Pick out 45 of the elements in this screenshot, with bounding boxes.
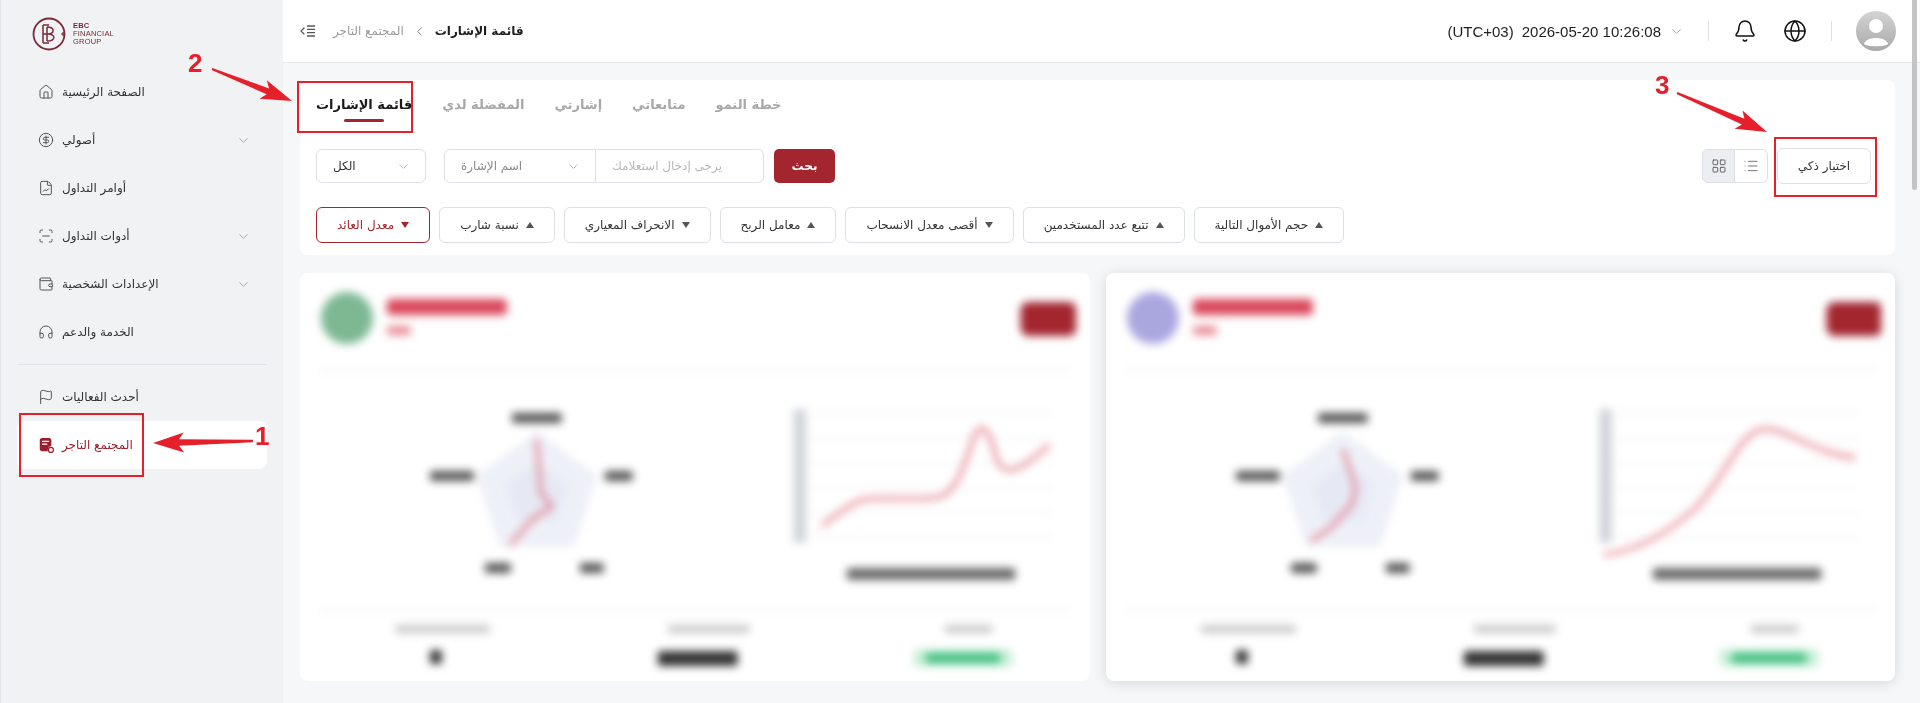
avatar-icon[interactable] (1856, 11, 1896, 51)
document-tile-icon (38, 437, 54, 453)
globe-icon (1783, 19, 1807, 43)
sidebar-item[interactable]: أصولي (17, 116, 267, 164)
search-button[interactable]: بحث (774, 149, 835, 183)
sidebar-item[interactable]: أحدث الفعاليات (17, 373, 267, 421)
wallet-icon (38, 276, 54, 292)
tab[interactable]: قائمة الإشارات (314, 80, 415, 128)
sidebar-item[interactable]: الخدمة والدعم (17, 308, 267, 356)
sidebar-item[interactable]: أوامر التداول (17, 164, 267, 212)
sort-chip[interactable]: أقصى معدل الانسحاب (845, 207, 1014, 243)
home-icon (38, 84, 54, 100)
logo-mark-icon (32, 16, 68, 52)
smart-select-button[interactable]: اختيار ذكي (1777, 148, 1871, 184)
annotation-number: 3 (1655, 72, 1670, 98)
timezone-datetime-dropdown[interactable]: (UTC+03) 2026-05-20 10:26:08 (1447, 22, 1684, 40)
search-input[interactable]: يرجى إدخال استعلامك (596, 149, 764, 183)
status-select[interactable]: الكل (316, 149, 426, 183)
grid-view-button[interactable] (1702, 149, 1735, 183)
notifications-button[interactable] (1733, 19, 1757, 43)
dollar-coin-icon (38, 132, 54, 148)
collapse-menu-icon (300, 24, 316, 38)
sort-chip[interactable]: حجم الأموال التالية (1193, 207, 1345, 243)
list-icon (1743, 158, 1759, 174)
list-view-button[interactable] (1735, 149, 1768, 183)
scrollbar-thumb[interactable] (1912, 0, 1917, 190)
sidebar-item[interactable]: الإعدادات الشخصية (17, 260, 267, 308)
annotation-number: 2 (188, 50, 203, 76)
grid-icon (1710, 158, 1727, 174)
collapse-menu-button[interactable] (300, 24, 316, 38)
flag-icon (38, 389, 54, 405)
sort-chip[interactable]: معدل العائد (316, 207, 431, 243)
headphones-icon (38, 324, 54, 340)
sort-chip[interactable]: معامل الربح (719, 207, 837, 243)
language-button[interactable] (1783, 19, 1807, 43)
sort-chip[interactable]: نسبة شارب (439, 207, 555, 243)
sort-chip[interactable]: الانحراف المعياري (563, 207, 711, 243)
annotation-number: 1 (255, 423, 270, 449)
sort-chip[interactable]: تتبع عدد المستخدمين (1022, 207, 1185, 243)
bell-icon (1733, 19, 1757, 43)
breadcrumb-current: قائمة الإشارات (434, 24, 524, 38)
sidebar-item[interactable]: أدوات التداول (17, 212, 267, 260)
chart-document-icon (38, 180, 54, 196)
search-type-select[interactable]: اسم الإشارة (444, 149, 596, 183)
scan-frame-icon (38, 228, 54, 244)
